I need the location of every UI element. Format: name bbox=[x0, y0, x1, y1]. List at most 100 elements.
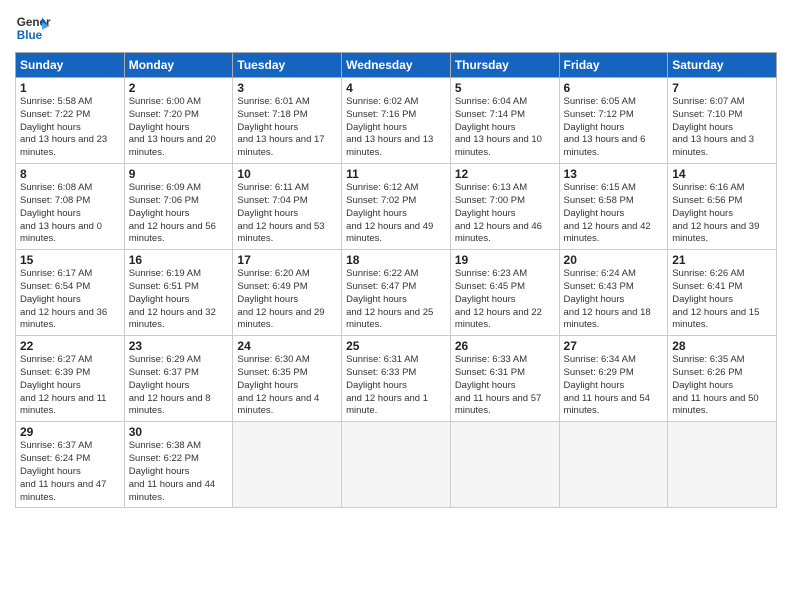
daylight-value: and 11 hours and 47 minutes. bbox=[20, 479, 120, 505]
sunrise-line: Sunrise: 6:08 AM bbox=[20, 182, 120, 195]
table-row: 9 Sunrise: 6:09 AM Sunset: 7:06 PM Dayli… bbox=[124, 164, 233, 250]
sunset-line: Sunset: 6:58 PM bbox=[564, 195, 664, 208]
header: General Blue bbox=[15, 10, 777, 46]
sunrise-line: Sunrise: 6:31 AM bbox=[346, 354, 446, 367]
daylight-label: Daylight hours bbox=[20, 208, 120, 221]
sunset-line: Sunset: 7:06 PM bbox=[129, 195, 229, 208]
table-row: 5 Sunrise: 6:04 AM Sunset: 7:14 PM Dayli… bbox=[450, 78, 559, 164]
sunset-line: Sunset: 6:31 PM bbox=[455, 367, 555, 380]
daylight-value: and 12 hours and 25 minutes. bbox=[346, 307, 446, 333]
day-number: 18 bbox=[346, 253, 446, 267]
daylight-value: and 12 hours and 46 minutes. bbox=[455, 221, 555, 247]
daylight-label: Daylight hours bbox=[346, 122, 446, 135]
table-row: 20 Sunrise: 6:24 AM Sunset: 6:43 PM Dayl… bbox=[559, 250, 668, 336]
sunset-line: Sunset: 7:16 PM bbox=[346, 109, 446, 122]
daylight-value: and 12 hours and 53 minutes. bbox=[237, 221, 337, 247]
sunrise-line: Sunrise: 6:26 AM bbox=[672, 268, 772, 281]
sunrise-line: Sunrise: 6:22 AM bbox=[346, 268, 446, 281]
daylight-label: Daylight hours bbox=[346, 380, 446, 393]
sunrise-line: Sunrise: 6:23 AM bbox=[455, 268, 555, 281]
day-number: 17 bbox=[237, 253, 337, 267]
daylight-label: Daylight hours bbox=[20, 380, 120, 393]
daylight-value: and 11 hours and 50 minutes. bbox=[672, 393, 772, 419]
daylight-value: and 12 hours and 36 minutes. bbox=[20, 307, 120, 333]
daylight-value: and 12 hours and 8 minutes. bbox=[129, 393, 229, 419]
table-row: 14 Sunrise: 6:16 AM Sunset: 6:56 PM Dayl… bbox=[668, 164, 777, 250]
table-row: 29 Sunrise: 6:37 AM Sunset: 6:24 PM Dayl… bbox=[16, 422, 125, 508]
logo: General Blue bbox=[15, 10, 51, 46]
col-sunday: Sunday bbox=[16, 53, 125, 78]
col-wednesday: Wednesday bbox=[342, 53, 451, 78]
day-number: 21 bbox=[672, 253, 772, 267]
table-row: 23 Sunrise: 6:29 AM Sunset: 6:37 PM Dayl… bbox=[124, 336, 233, 422]
sunset-line: Sunset: 7:10 PM bbox=[672, 109, 772, 122]
sunrise-line: Sunrise: 6:38 AM bbox=[129, 440, 229, 453]
daylight-label: Daylight hours bbox=[672, 380, 772, 393]
sunrise-line: Sunrise: 6:09 AM bbox=[129, 182, 229, 195]
daylight-value: and 12 hours and 56 minutes. bbox=[129, 221, 229, 247]
sunset-line: Sunset: 6:37 PM bbox=[129, 367, 229, 380]
daylight-label: Daylight hours bbox=[455, 208, 555, 221]
table-row: 10 Sunrise: 6:11 AM Sunset: 7:04 PM Dayl… bbox=[233, 164, 342, 250]
sunset-line: Sunset: 6:24 PM bbox=[20, 453, 120, 466]
calendar: Sunday Monday Tuesday Wednesday Thursday… bbox=[15, 52, 777, 508]
day-number: 19 bbox=[455, 253, 555, 267]
sunset-line: Sunset: 6:43 PM bbox=[564, 281, 664, 294]
table-row: 13 Sunrise: 6:15 AM Sunset: 6:58 PM Dayl… bbox=[559, 164, 668, 250]
day-number: 10 bbox=[237, 167, 337, 181]
daylight-value: and 12 hours and 18 minutes. bbox=[564, 307, 664, 333]
day-number: 11 bbox=[346, 167, 446, 181]
day-number: 28 bbox=[672, 339, 772, 353]
day-number: 25 bbox=[346, 339, 446, 353]
sunset-line: Sunset: 7:08 PM bbox=[20, 195, 120, 208]
daylight-value: and 12 hours and 4 minutes. bbox=[237, 393, 337, 419]
table-row: 4 Sunrise: 6:02 AM Sunset: 7:16 PM Dayli… bbox=[342, 78, 451, 164]
daylight-value: and 12 hours and 42 minutes. bbox=[564, 221, 664, 247]
day-number: 8 bbox=[20, 167, 120, 181]
sunset-line: Sunset: 6:35 PM bbox=[237, 367, 337, 380]
daylight-label: Daylight hours bbox=[455, 294, 555, 307]
day-number: 6 bbox=[564, 81, 664, 95]
sunset-line: Sunset: 6:56 PM bbox=[672, 195, 772, 208]
col-friday: Friday bbox=[559, 53, 668, 78]
logo-icon: General Blue bbox=[15, 10, 51, 46]
daylight-label: Daylight hours bbox=[20, 294, 120, 307]
daylight-label: Daylight hours bbox=[346, 208, 446, 221]
daylight-value: and 12 hours and 49 minutes. bbox=[346, 221, 446, 247]
sunset-line: Sunset: 6:54 PM bbox=[20, 281, 120, 294]
table-row bbox=[233, 422, 342, 508]
sunrise-line: Sunrise: 6:16 AM bbox=[672, 182, 772, 195]
day-number: 24 bbox=[237, 339, 337, 353]
day-number: 3 bbox=[237, 81, 337, 95]
sunset-line: Sunset: 6:29 PM bbox=[564, 367, 664, 380]
table-row: 25 Sunrise: 6:31 AM Sunset: 6:33 PM Dayl… bbox=[342, 336, 451, 422]
day-number: 9 bbox=[129, 167, 229, 181]
daylight-label: Daylight hours bbox=[564, 122, 664, 135]
sunset-line: Sunset: 6:51 PM bbox=[129, 281, 229, 294]
sunset-line: Sunset: 6:45 PM bbox=[455, 281, 555, 294]
col-monday: Monday bbox=[124, 53, 233, 78]
sunrise-line: Sunrise: 6:00 AM bbox=[129, 96, 229, 109]
daylight-value: and 13 hours and 23 minutes. bbox=[20, 134, 120, 160]
day-number: 1 bbox=[20, 81, 120, 95]
table-row: 19 Sunrise: 6:23 AM Sunset: 6:45 PM Dayl… bbox=[450, 250, 559, 336]
table-row: 22 Sunrise: 6:27 AM Sunset: 6:39 PM Dayl… bbox=[16, 336, 125, 422]
daylight-value: and 13 hours and 0 minutes. bbox=[20, 221, 120, 247]
sunrise-line: Sunrise: 6:01 AM bbox=[237, 96, 337, 109]
daylight-value: and 12 hours and 15 minutes. bbox=[672, 307, 772, 333]
table-row: 15 Sunrise: 6:17 AM Sunset: 6:54 PM Dayl… bbox=[16, 250, 125, 336]
day-number: 23 bbox=[129, 339, 229, 353]
daylight-label: Daylight hours bbox=[237, 122, 337, 135]
table-row bbox=[559, 422, 668, 508]
sunset-line: Sunset: 6:33 PM bbox=[346, 367, 446, 380]
table-row: 1 Sunrise: 5:58 AM Sunset: 7:22 PM Dayli… bbox=[16, 78, 125, 164]
table-row: 28 Sunrise: 6:35 AM Sunset: 6:26 PM Dayl… bbox=[668, 336, 777, 422]
day-number: 13 bbox=[564, 167, 664, 181]
day-number: 26 bbox=[455, 339, 555, 353]
daylight-value: and 13 hours and 6 minutes. bbox=[564, 134, 664, 160]
col-tuesday: Tuesday bbox=[233, 53, 342, 78]
daylight-label: Daylight hours bbox=[237, 208, 337, 221]
col-thursday: Thursday bbox=[450, 53, 559, 78]
day-number: 2 bbox=[129, 81, 229, 95]
sunset-line: Sunset: 6:22 PM bbox=[129, 453, 229, 466]
